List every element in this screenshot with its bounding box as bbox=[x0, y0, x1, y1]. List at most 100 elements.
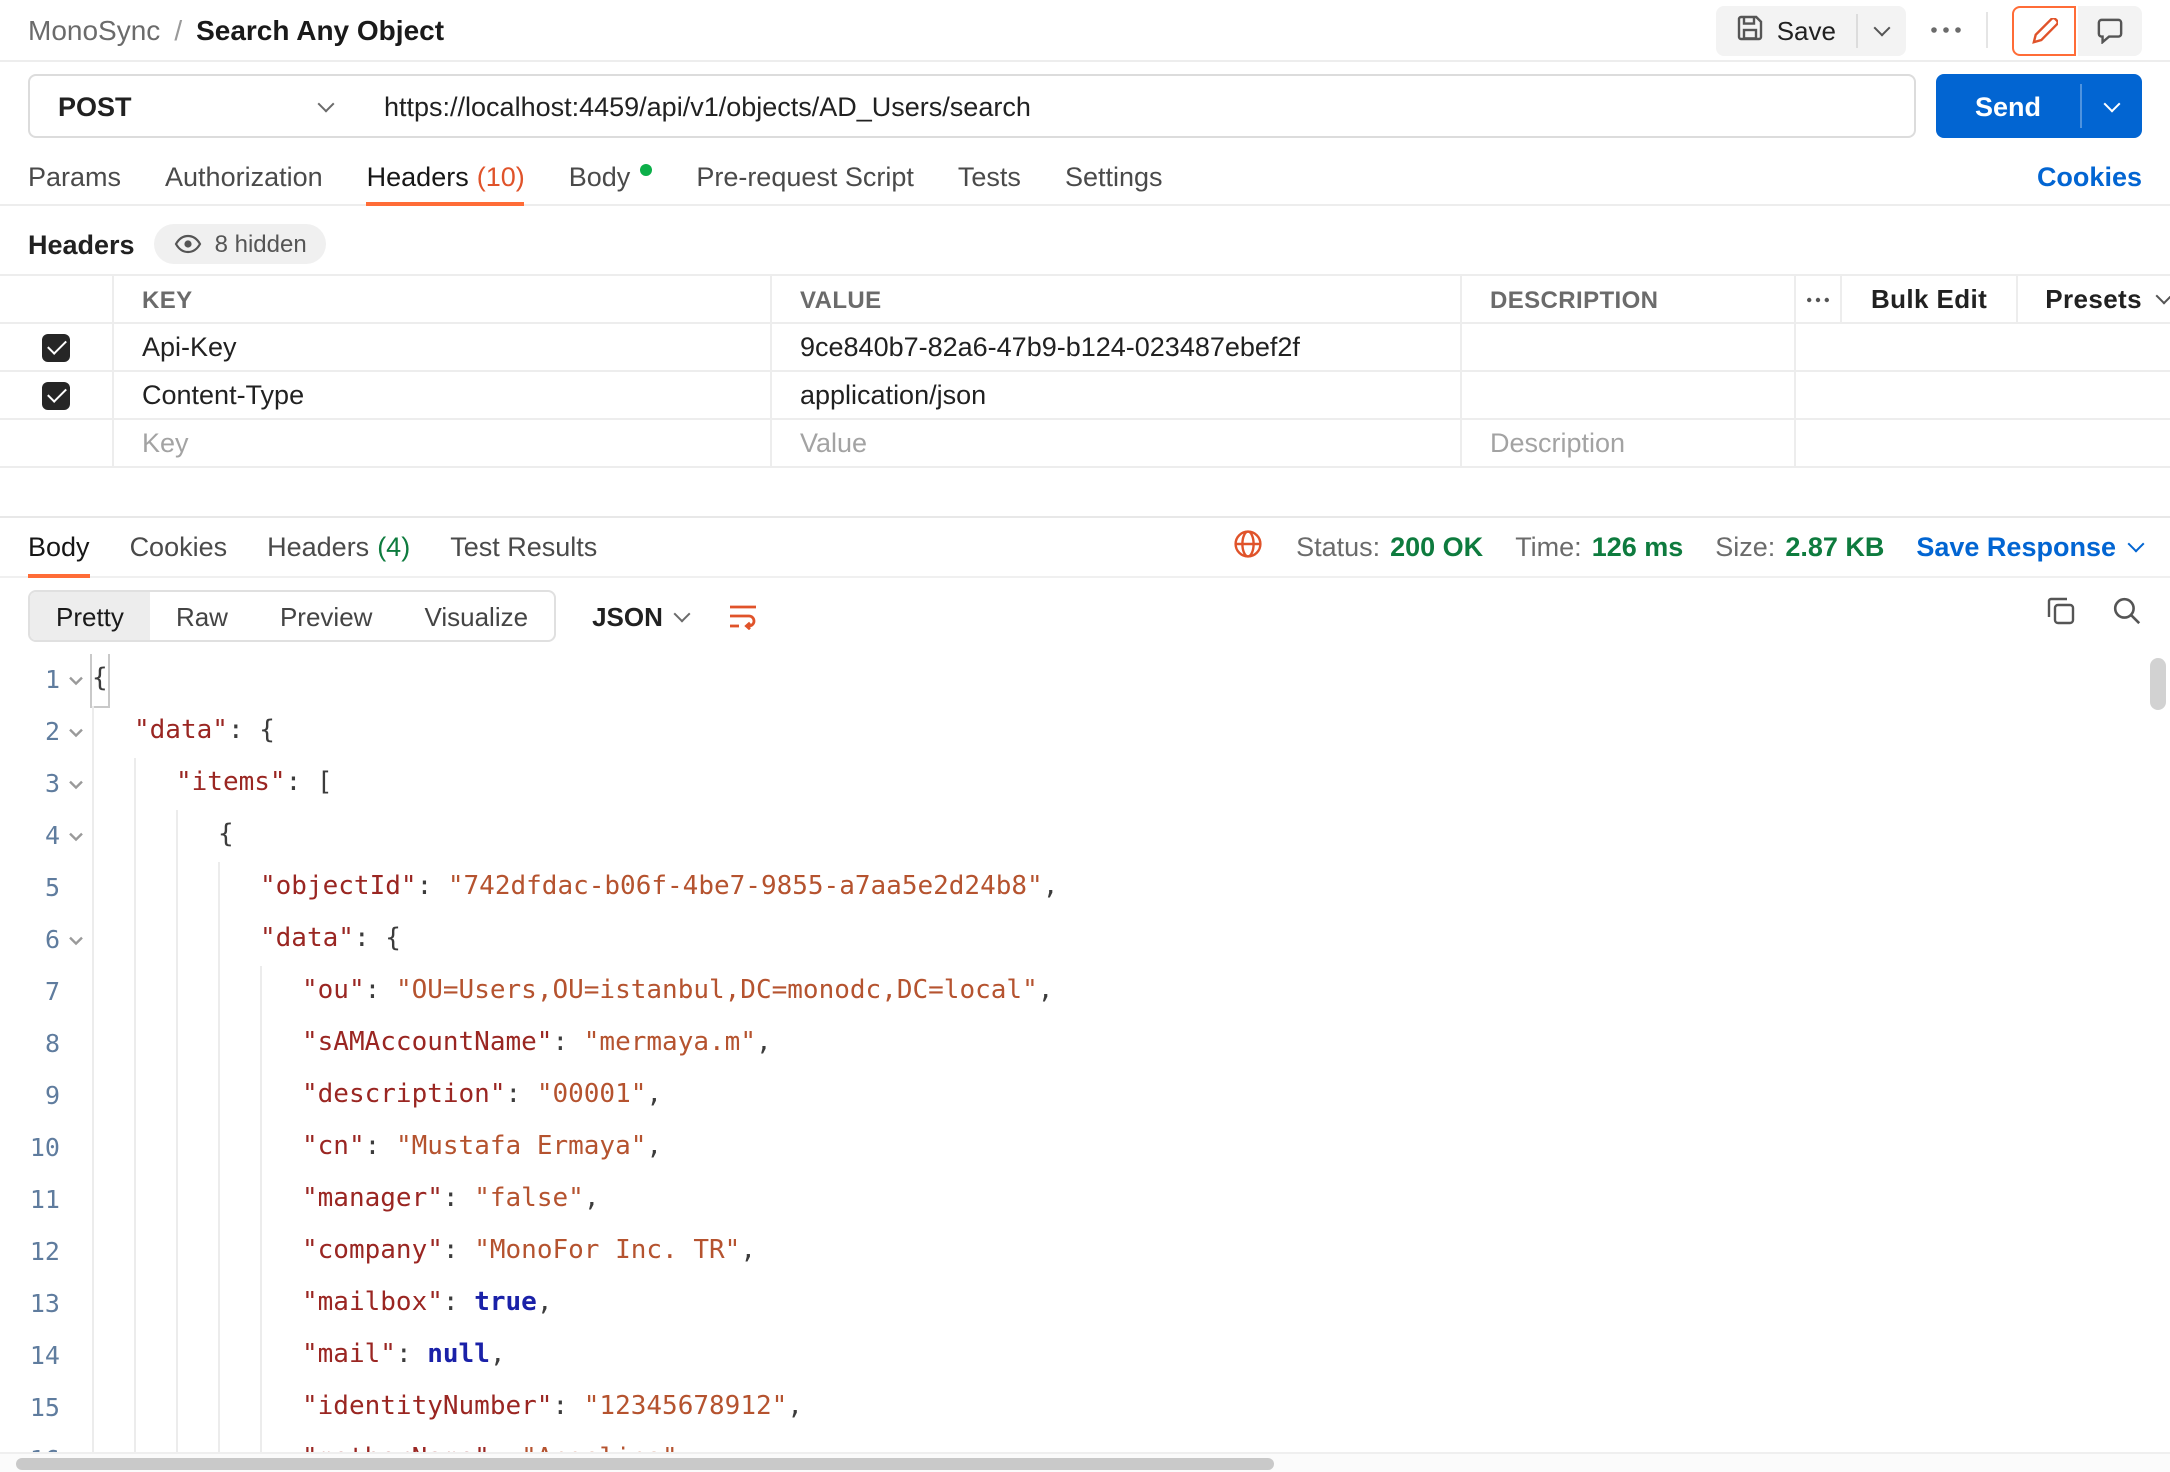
more-options-button[interactable] bbox=[1796, 276, 1841, 322]
token-s: "mermaya.m" bbox=[584, 1018, 756, 1070]
code-line[interactable]: 3"items": [ bbox=[0, 758, 2170, 810]
code-line[interactable]: 9"description": "00001", bbox=[0, 1070, 2170, 1122]
table-controls: Bulk Edit Presets bbox=[1794, 276, 2170, 322]
network-globe-icon[interactable] bbox=[1232, 528, 1264, 566]
view-tab-preview[interactable]: Preview bbox=[254, 592, 399, 640]
code-line[interactable]: 2"data": { bbox=[0, 706, 2170, 758]
code-text: "data": { bbox=[92, 706, 275, 758]
value-input[interactable]: Value bbox=[770, 420, 1460, 466]
code-line[interactable]: 15"identityNumber": "12345678912", bbox=[0, 1382, 2170, 1434]
response-tab-cookies[interactable]: Cookies bbox=[130, 518, 228, 576]
fold-toggle-icon[interactable] bbox=[60, 758, 92, 810]
code-line[interactable]: 10"cn": "Mustafa Ermaya", bbox=[0, 1122, 2170, 1174]
code-line[interactable]: 12"company": "MonoFor Inc. TR", bbox=[0, 1226, 2170, 1278]
value-cell[interactable]: application/json bbox=[770, 372, 1460, 418]
save-options-button[interactable] bbox=[1858, 5, 1906, 55]
copy-response-button[interactable] bbox=[2046, 596, 2076, 636]
wrap-lines-toggle[interactable] bbox=[729, 602, 761, 630]
request-tab-settings[interactable]: Settings bbox=[1065, 150, 1163, 204]
code-line[interactable]: 5"objectId": "742dfdac-b06f-4be7-9855-a7… bbox=[0, 862, 2170, 914]
response-tab-body[interactable]: Body bbox=[28, 518, 90, 576]
response-tab-test-results[interactable]: Test Results bbox=[450, 518, 597, 576]
response-body-actions bbox=[2046, 596, 2142, 636]
view-tab-raw[interactable]: Raw bbox=[150, 592, 254, 640]
key-cell[interactable]: Content-Type bbox=[112, 372, 770, 418]
code-line[interactable]: 11"manager": "false", bbox=[0, 1174, 2170, 1226]
pencil-icon bbox=[2031, 17, 2057, 43]
url-input[interactable]: https://localhost:4459/api/v1/objects/AD… bbox=[360, 91, 1914, 121]
request-title[interactable]: Search Any Object bbox=[196, 14, 444, 46]
send-options-button[interactable] bbox=[2082, 74, 2142, 138]
line-number: 9 bbox=[0, 1070, 60, 1122]
horizontal-scrollbar-thumb[interactable] bbox=[16, 1458, 1275, 1470]
code-line[interactable]: 14"mail": null, bbox=[0, 1330, 2170, 1382]
token-p: : bbox=[443, 1226, 474, 1278]
request-tab-headers[interactable]: Headers(10) bbox=[367, 150, 525, 204]
code-text: "identityNumber": "12345678912", bbox=[92, 1382, 803, 1434]
token-k: "mail" bbox=[302, 1330, 396, 1382]
indent-guide bbox=[260, 1018, 302, 1070]
row-checkbox[interactable] bbox=[42, 381, 70, 409]
comments-button[interactable] bbox=[2078, 5, 2142, 55]
fold-toggle-icon[interactable] bbox=[60, 914, 92, 966]
code-line[interactable]: 4{ bbox=[0, 810, 2170, 862]
status-label: Status: bbox=[1296, 532, 1380, 562]
code-line[interactable]: 13"mailbox": true, bbox=[0, 1278, 2170, 1330]
request-tab-params[interactable]: Params bbox=[28, 150, 121, 204]
method-select[interactable]: POST bbox=[30, 91, 360, 121]
code-line[interactable]: 6"data": { bbox=[0, 914, 2170, 966]
indent-guide bbox=[92, 1434, 134, 1452]
request-tab-pre-request-script[interactable]: Pre-request Script bbox=[696, 150, 914, 204]
response-tab-headers[interactable]: Headers(4) bbox=[267, 518, 410, 576]
format-select[interactable]: JSON bbox=[580, 601, 701, 631]
code-line[interactable]: 8"sAMAccountName": "mermaya.m", bbox=[0, 1018, 2170, 1070]
key-input[interactable]: Key bbox=[112, 420, 770, 466]
fold-toggle-icon[interactable] bbox=[60, 810, 92, 862]
value-cell[interactable]: 9ce840b7-82a6-47b9-b124-023487ebef2f bbox=[770, 324, 1460, 370]
row-actions-cell bbox=[1794, 324, 2170, 370]
description-cell[interactable] bbox=[1460, 324, 1794, 370]
request-tab-authorization[interactable]: Authorization bbox=[165, 150, 323, 204]
response-body-editor[interactable]: 1{2"data": {3"items": [4{5"objectId": "7… bbox=[0, 654, 2170, 1452]
hidden-headers-badge[interactable]: 8 hidden bbox=[155, 224, 327, 264]
description-cell[interactable] bbox=[1460, 372, 1794, 418]
vertical-scrollbar[interactable] bbox=[2150, 658, 2166, 710]
tab-label: Cookies bbox=[130, 532, 228, 562]
indent-guide bbox=[218, 1434, 260, 1452]
tab-count: (10) bbox=[477, 162, 525, 192]
method-label: POST bbox=[58, 91, 132, 121]
save-button[interactable]: Save bbox=[1717, 5, 1856, 55]
indent-guide bbox=[176, 1226, 218, 1278]
fold-toggle-icon[interactable] bbox=[60, 706, 92, 758]
token-p: : bbox=[506, 1070, 537, 1122]
edit-request-button[interactable] bbox=[2012, 5, 2076, 55]
request-tab-body[interactable]: Body bbox=[569, 150, 653, 204]
search-response-button[interactable] bbox=[2112, 596, 2142, 636]
key-cell[interactable]: Api-Key bbox=[112, 324, 770, 370]
header-rows: Api-Key9ce840b7-82a6-47b9-b124-023487ebe… bbox=[0, 324, 2170, 420]
cookies-link[interactable]: Cookies bbox=[2037, 162, 2142, 192]
size-value: 2.87 KB bbox=[1785, 532, 1884, 562]
send-button[interactable]: Send bbox=[1936, 74, 2080, 138]
fold-toggle-icon[interactable] bbox=[60, 654, 92, 706]
more-actions-button[interactable] bbox=[1930, 26, 1962, 34]
token-p: : [ bbox=[286, 758, 333, 810]
code-line[interactable]: 7"ou": "OU=Users,OU=istanbul,DC=monodc,D… bbox=[0, 966, 2170, 1018]
token-p: , bbox=[537, 1278, 553, 1330]
row-checkbox[interactable] bbox=[42, 333, 70, 361]
code-line[interactable]: 16"motherName": "Angelina", bbox=[0, 1434, 2170, 1452]
horizontal-scrollbar-track[interactable] bbox=[0, 1452, 2170, 1472]
view-tab-pretty[interactable]: Pretty bbox=[30, 592, 150, 640]
save-response-button[interactable]: Save Response bbox=[1916, 532, 2142, 562]
description-input[interactable]: Description bbox=[1460, 420, 1794, 466]
line-number: 5 bbox=[0, 862, 60, 914]
workspace-link[interactable]: MonoSync bbox=[28, 14, 160, 46]
presets-button[interactable]: Presets bbox=[2015, 276, 2170, 322]
bulk-edit-button[interactable]: Bulk Edit bbox=[1841, 276, 2015, 322]
code-text: "motherName": "Angelina", bbox=[92, 1434, 693, 1452]
request-tab-tests[interactable]: Tests bbox=[958, 150, 1021, 204]
code-line[interactable]: 1{ bbox=[0, 654, 2170, 706]
view-tab-visualize[interactable]: Visualize bbox=[398, 592, 554, 640]
send-button-group: Send bbox=[1936, 74, 2142, 138]
code-text: "mailbox": true, bbox=[92, 1278, 553, 1330]
